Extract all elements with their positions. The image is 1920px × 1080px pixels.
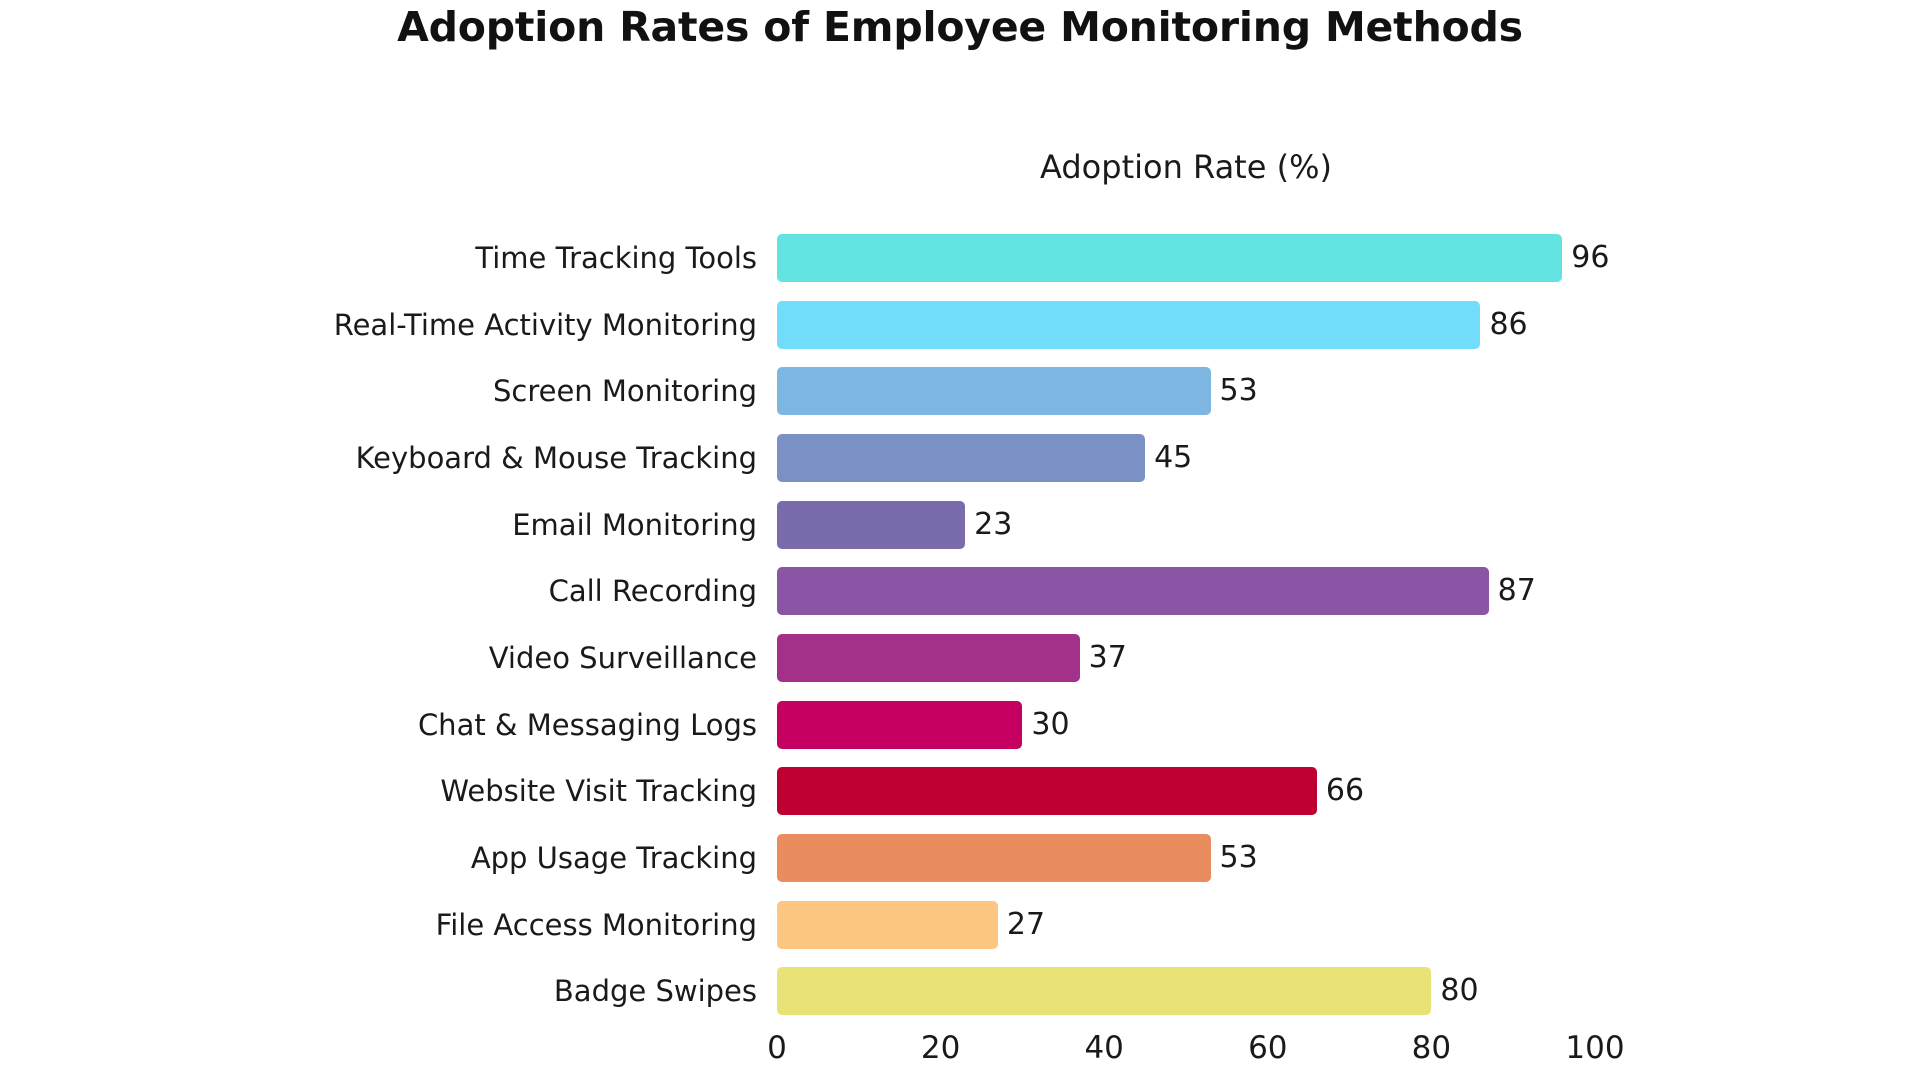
x-axis-tick-label: 20 — [920, 1030, 961, 1066]
category-label: Video Surveillance — [488, 640, 757, 675]
x-axis: 0 20 40 60 80 100 — [767, 1028, 1624, 1078]
bar-row: Badge Swipes 80 — [554, 958, 1595, 1025]
bar-value-label: 86 — [1489, 306, 1528, 342]
x-axis-tick-label: 100 — [1565, 1030, 1625, 1066]
bar — [777, 567, 1489, 616]
bar-row: Video Surveillance 37 — [489, 625, 1595, 692]
category-label: Screen Monitoring — [492, 374, 757, 409]
bar — [777, 967, 1432, 1016]
category-label: File Access Monitoring — [435, 907, 757, 942]
bar-value-label: 96 — [1571, 240, 1610, 275]
category-label: Call Recording — [548, 574, 757, 609]
bar-row: Email Monitoring 23 — [512, 492, 1595, 559]
x-axis-tick-label: 0 — [767, 1030, 787, 1066]
chart-figure: Adoption Rates of Employee Monitoring Me… — [0, 0, 1920, 1080]
bar — [777, 433, 1146, 482]
bar-value-label: 80 — [1440, 973, 1479, 1009]
bar-value-label: 53 — [1219, 373, 1258, 409]
bar-row: Website Visit Tracking 66 — [440, 758, 1595, 825]
chart-title: Adoption Rates of Employee Monitoring Me… — [397, 3, 1523, 51]
bar — [777, 500, 966, 549]
bar-row: Call Recording 87 — [549, 558, 1595, 625]
x-axis-tick-label: 60 — [1248, 1030, 1288, 1066]
x-axis-tick-label: 40 — [1084, 1030, 1124, 1066]
category-label: Email Monitoring — [512, 507, 757, 542]
bar — [777, 767, 1317, 816]
bar — [777, 633, 1080, 682]
bar-value-label: 87 — [1497, 573, 1536, 609]
bar-row: Real-Time Activity Monitoring 86 — [334, 292, 1595, 359]
bar-value-label: 45 — [1154, 439, 1193, 475]
bar-row: Screen Monitoring 53 — [493, 358, 1595, 425]
bar-row: Keyboard & Mouse Tracking 45 — [356, 425, 1595, 492]
plot-area: Time Tracking Tools 96 Real-Time Activity … — [334, 225, 1609, 1025]
bar-row: Chat & Messaging Logs 30 — [418, 692, 1595, 759]
bar — [777, 833, 1211, 882]
category-label: App Usage Tracking — [470, 840, 757, 875]
bar — [777, 367, 1211, 416]
bar-row: Time Tracking Tools 96 — [475, 225, 1609, 292]
bar-value-label: 30 — [1031, 706, 1070, 742]
category-label: Real-Time Activity Monitoring — [333, 307, 757, 342]
bar-row: File Access Monitoring 27 — [436, 892, 1595, 959]
category-label: Website Visit Tracking — [440, 774, 757, 809]
category-label: Chat & Messaging Logs — [417, 707, 757, 742]
bar-value-label: 66 — [1325, 773, 1365, 809]
category-label: Badge Swipes — [553, 974, 757, 1009]
bar-value-label: 53 — [1219, 839, 1258, 875]
bar — [777, 300, 1481, 349]
bar — [777, 234, 1563, 282]
bar-row: App Usage Tracking 53 — [471, 825, 1595, 892]
bar-value-label: 37 — [1088, 639, 1127, 675]
category-label: Time Tracking Tools — [475, 241, 757, 275]
axis-title: Adoption Rate (%) — [1040, 148, 1332, 186]
bar-value-label: 23 — [974, 506, 1013, 542]
bar-value-label: 27 — [1006, 906, 1046, 942]
bar — [777, 900, 998, 949]
bar — [777, 700, 1023, 749]
x-axis-tick-label: 80 — [1411, 1030, 1452, 1066]
category-label: Keyboard & Mouse Tracking — [355, 440, 757, 475]
